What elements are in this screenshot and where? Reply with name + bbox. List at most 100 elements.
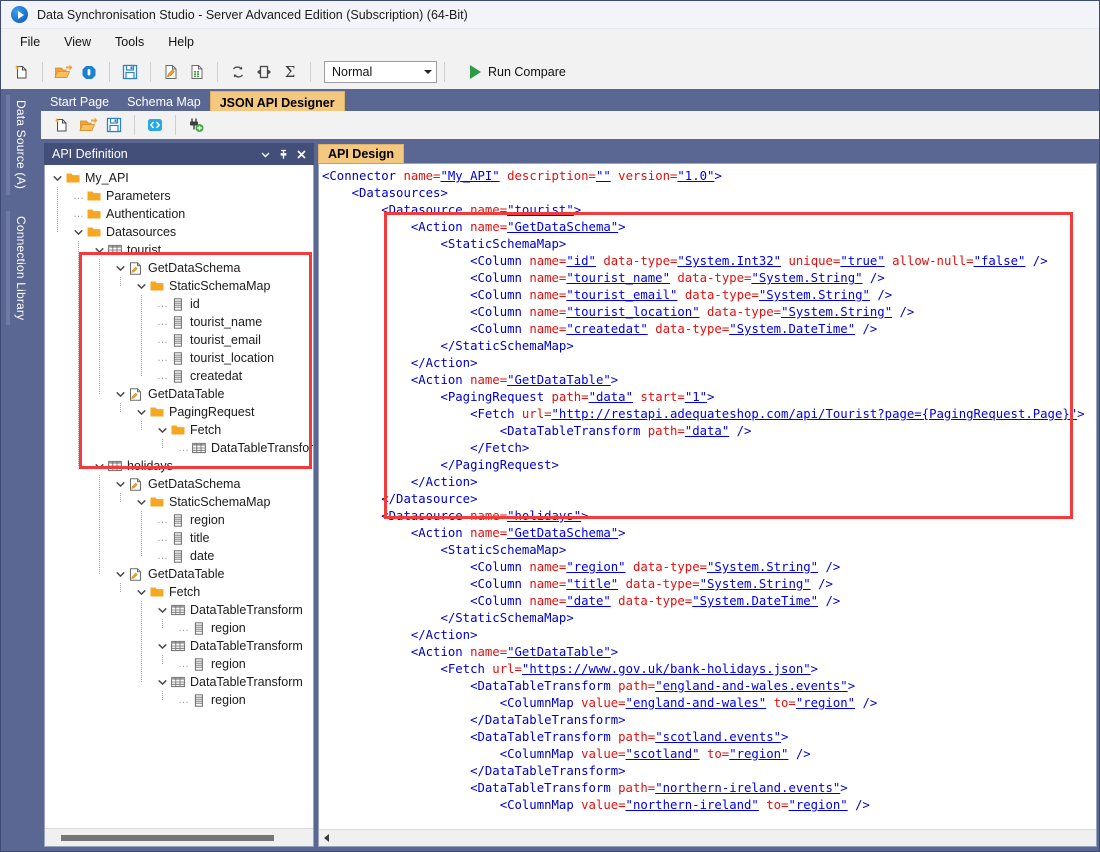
tree-node[interactable]: … region <box>45 655 313 673</box>
tree-connector: … <box>178 693 189 706</box>
compare-mode-select[interactable]: Normal <box>324 61 437 83</box>
chevron-down-icon[interactable] <box>93 457 106 475</box>
tree-node[interactable]: Datasources <box>45 223 313 241</box>
tree-node[interactable]: … region <box>45 619 313 637</box>
chevron-down-icon[interactable] <box>114 259 127 277</box>
tree-node[interactable]: DataTableTransform <box>45 673 313 691</box>
open-api-icon[interactable] <box>75 112 101 138</box>
chevron-down-icon[interactable] <box>156 637 169 655</box>
dock-tab-connection-library[interactable]: Connection Library <box>6 207 36 329</box>
dock-tab-data-source-label: Data Source (A) <box>14 100 28 190</box>
column-icon <box>169 529 186 547</box>
chevron-down-icon[interactable] <box>135 277 148 295</box>
add-connector-icon[interactable] <box>183 112 209 138</box>
dock-tab-data-source[interactable]: Data Source (A) <box>6 91 36 199</box>
tree-node-label: DataTableTransform <box>190 603 303 617</box>
tree-guide-line <box>141 601 142 682</box>
sync-icon[interactable] <box>225 59 251 85</box>
tree-node[interactable]: DataTableTransform <box>45 601 313 619</box>
menu-item-help[interactable]: Help <box>157 32 205 52</box>
open-project-icon[interactable] <box>50 59 76 85</box>
menu-item-file[interactable]: File <box>9 32 51 52</box>
tree-node[interactable]: GetDataSchema <box>45 475 313 493</box>
compare-width-icon[interactable] <box>251 59 277 85</box>
scroll-left-icon[interactable] <box>319 831 333 846</box>
tree-node[interactable]: … id <box>45 295 313 313</box>
chevron-down-icon[interactable] <box>135 403 148 421</box>
tab-json-api-designer[interactable]: JSON API Designer <box>209 91 345 111</box>
chevron-down-icon[interactable] <box>114 385 127 403</box>
pin-icon[interactable] <box>275 146 291 162</box>
code-line: <Datasource name="holidays"> <box>381 509 589 523</box>
run-compare-button[interactable]: Run Compare <box>464 62 572 82</box>
tab-start-page[interactable]: Start Page <box>41 91 118 111</box>
chevron-down-icon[interactable] <box>135 493 148 511</box>
tree-node[interactable]: GetDataSchema <box>45 259 313 277</box>
tab-schema-map[interactable]: Schema Map <box>118 91 210 111</box>
tree-node[interactable]: … region <box>45 511 313 529</box>
chevron-down-icon[interactable] <box>72 223 85 241</box>
tree-node[interactable]: StaticSchemaMap <box>45 277 313 295</box>
chevron-down-icon[interactable] <box>114 475 127 493</box>
tree-node[interactable]: GetDataTable <box>45 565 313 583</box>
xml-source-code[interactable]: <Connector name="My_API" description="" … <box>319 164 1096 829</box>
table-icon <box>169 601 186 619</box>
code-line: <Action name="GetDataTable"> <box>410 645 619 659</box>
grid-document-icon[interactable] <box>184 59 210 85</box>
chevron-down-icon[interactable] <box>135 583 148 601</box>
run-compare-label: Run Compare <box>488 65 566 79</box>
connection-icon[interactable] <box>76 59 102 85</box>
tree-node[interactable]: … date <box>45 547 313 565</box>
tree-scroll-thumb[interactable] <box>61 834 274 841</box>
action-icon <box>127 565 144 583</box>
menu-item-tools[interactable]: Tools <box>104 32 155 52</box>
chevron-down-icon[interactable] <box>156 601 169 619</box>
code-line: <Column name="tourist_email" data-type="… <box>470 288 893 302</box>
window-title: Data Synchronisation Studio - Server Adv… <box>37 7 468 22</box>
sigma-icon[interactable]: Σ <box>277 59 303 85</box>
tree-node[interactable]: tourist <box>45 241 313 259</box>
tree-node[interactable]: PagingRequest <box>45 403 313 421</box>
column-icon <box>169 331 186 349</box>
tree-node[interactable]: … tourist_email <box>45 331 313 349</box>
tree-node[interactable]: … tourist_name <box>45 313 313 331</box>
new-api-icon[interactable] <box>49 112 75 138</box>
chevron-down-icon[interactable] <box>257 146 273 162</box>
tree-node[interactable]: … tourist_location <box>45 349 313 367</box>
tree-node[interactable]: … DataTableTransform <box>45 439 313 457</box>
tree-node[interactable]: My_API <box>45 169 313 187</box>
table-icon <box>106 241 123 259</box>
tree-node[interactable]: … title <box>45 529 313 547</box>
tree-node[interactable]: Fetch <box>45 421 313 439</box>
close-icon[interactable] <box>293 146 309 162</box>
new-project-icon[interactable] <box>9 59 35 85</box>
menu-item-view[interactable]: View <box>53 32 102 52</box>
tree-node[interactable]: StaticSchemaMap <box>45 493 313 511</box>
chevron-down-icon[interactable] <box>156 421 169 439</box>
tree-node[interactable]: … Authentication <box>45 205 313 223</box>
tree-node[interactable]: … region <box>45 691 313 709</box>
save-icon[interactable] <box>117 59 143 85</box>
tree-guide-line <box>78 241 79 466</box>
tree-horizontal-scrollbar[interactable] <box>45 828 313 846</box>
tree-connector: … <box>157 297 168 310</box>
code-view-icon[interactable] <box>142 112 168 138</box>
tree-node[interactable]: holidays <box>45 457 313 475</box>
chevron-down-icon[interactable] <box>93 241 106 259</box>
save-api-icon[interactable] <box>101 112 127 138</box>
tree-node[interactable]: Fetch <box>45 583 313 601</box>
tree-node[interactable]: … Parameters <box>45 187 313 205</box>
chevron-down-icon[interactable] <box>156 673 169 691</box>
code-horizontal-scrollbar[interactable] <box>319 829 1096 846</box>
column-icon <box>190 655 207 673</box>
tab-api-design[interactable]: API Design <box>318 144 404 163</box>
edit-schema-icon[interactable] <box>158 59 184 85</box>
chevron-down-icon[interactable] <box>51 169 64 187</box>
tree-node-label: DataTableTransform <box>211 441 313 455</box>
tree-node[interactable]: GetDataTable <box>45 385 313 403</box>
chevron-down-icon[interactable] <box>114 565 127 583</box>
application-window: Data Synchronisation Studio - Server Adv… <box>0 0 1100 852</box>
tree-guide-line <box>141 421 142 430</box>
tree-node[interactable]: … createdat <box>45 367 313 385</box>
tree-node[interactable]: DataTableTransform <box>45 637 313 655</box>
